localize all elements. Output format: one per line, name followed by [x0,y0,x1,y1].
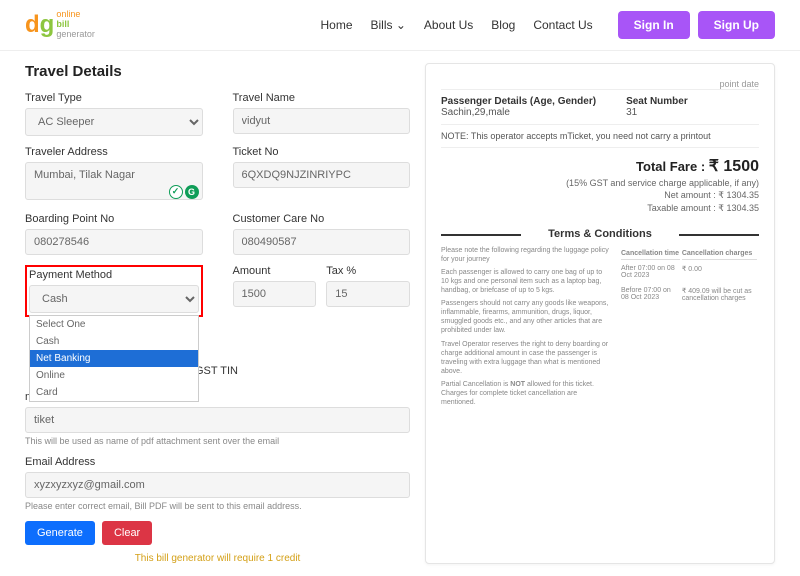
boarding-point-input[interactable] [25,229,203,255]
point-date: point date [441,79,759,89]
payment-option[interactable]: Net Banking [30,350,198,367]
tc-text: Each passenger is allowed to carry one b… [441,268,609,295]
cancellation-table: Cancellation timeCancellation charges Af… [619,246,759,307]
passenger-label: Passenger Details (Age, Gender) [441,96,596,107]
nav-bills[interactable]: Bills ⌄ [371,18,406,32]
seat-value: 31 [626,107,688,118]
email-input[interactable] [25,472,410,498]
passenger-value: Sachin,29,male [441,107,596,118]
section-title: Travel Details [25,63,410,80]
net-amount: Net amount : ₹ 1304.35 [441,190,759,201]
tc-td: Before 07:00 on 08 Oct 2023 [621,284,680,305]
payment-method-label: Payment Method [29,269,199,281]
travel-name-label: Travel Name [233,92,411,104]
signin-button[interactable]: Sign In [618,11,690,39]
nav-home[interactable]: Home [320,18,352,32]
ticket-no-label: Ticket No [233,146,411,158]
chevron-down-icon: ⌄ [396,18,406,32]
customer-care-input[interactable] [233,229,411,255]
logo[interactable]: dg onlinebillgenerator [25,10,95,40]
travel-name-input[interactable] [233,108,411,134]
gst-tin-label: GST TIN [195,365,410,377]
tc-th: Cancellation time [621,248,680,260]
payment-option[interactable]: Card [30,384,198,401]
nav-contact[interactable]: Contact Us [533,18,592,32]
mticket-note: NOTE: This operator accepts mTicket, you… [441,124,759,147]
signup-button[interactable]: Sign Up [698,11,775,39]
grammarly-icon: ✓G [169,185,199,199]
total-fare-value: ₹ 1500 [709,158,759,175]
nav-about[interactable]: About Us [424,18,473,32]
travel-type-select[interactable]: AC Sleeper [25,108,203,136]
filename-note: This will be used as name of pdf attachm… [25,436,410,446]
tc-th: Cancellation charges [682,248,757,260]
email-label: Email Address [25,456,410,468]
gst-note: (15% GST and service charge applicable, … [441,178,759,188]
boarding-point-label: Boarding Point No [25,213,203,225]
payment-method-select[interactable]: Cash [29,285,199,313]
traveler-address-label: Traveler Address [25,146,203,158]
customer-care-label: Customer Care No [233,213,411,225]
email-note: Please enter correct email, Bill PDF wil… [25,501,410,511]
tc-text: Partial Cancellation is NOT allowed for … [441,380,609,407]
travel-type-label: Travel Type [25,92,203,104]
nav-blog[interactable]: Blog [491,18,515,32]
credit-note: This bill generator will require 1 credi… [25,553,410,564]
ticket-no-input[interactable] [233,162,411,188]
taxable-amount: Taxable amount : ₹ 1304.35 [441,203,759,214]
payment-option[interactable]: Online [30,367,198,384]
payment-option[interactable]: Cash [30,333,198,350]
tax-label: Tax % [326,265,410,277]
payment-method-dropdown: Select One Cash Net Banking Online Card [29,315,199,402]
tc-td: After 07:00 on 08 Oct 2023 [621,262,680,282]
tc-td: ₹ 0.00 [682,262,757,282]
seat-label: Seat Number [626,96,688,107]
tax-input[interactable] [326,281,410,307]
main-nav: Home Bills ⌄ About Us Blog Contact Us [320,18,592,32]
tc-text: Travel Operator reserves the right to de… [441,340,609,376]
preview-panel: point date Passenger Details (Age, Gende… [425,63,775,564]
tc-title: Terms & Conditions [441,222,759,246]
tc-intro: Please note the following regarding the … [441,246,609,264]
tc-td: ₹ 409.09 will be cut as cancellation cha… [682,284,757,305]
filename-input[interactable] [25,407,410,433]
tc-text: Passengers should not carry any goods li… [441,299,609,335]
payment-option[interactable]: Select One [30,316,198,333]
amount-input[interactable] [233,281,317,307]
total-fare-label: Total Fare : [636,159,705,174]
amount-label: Amount [233,265,317,277]
